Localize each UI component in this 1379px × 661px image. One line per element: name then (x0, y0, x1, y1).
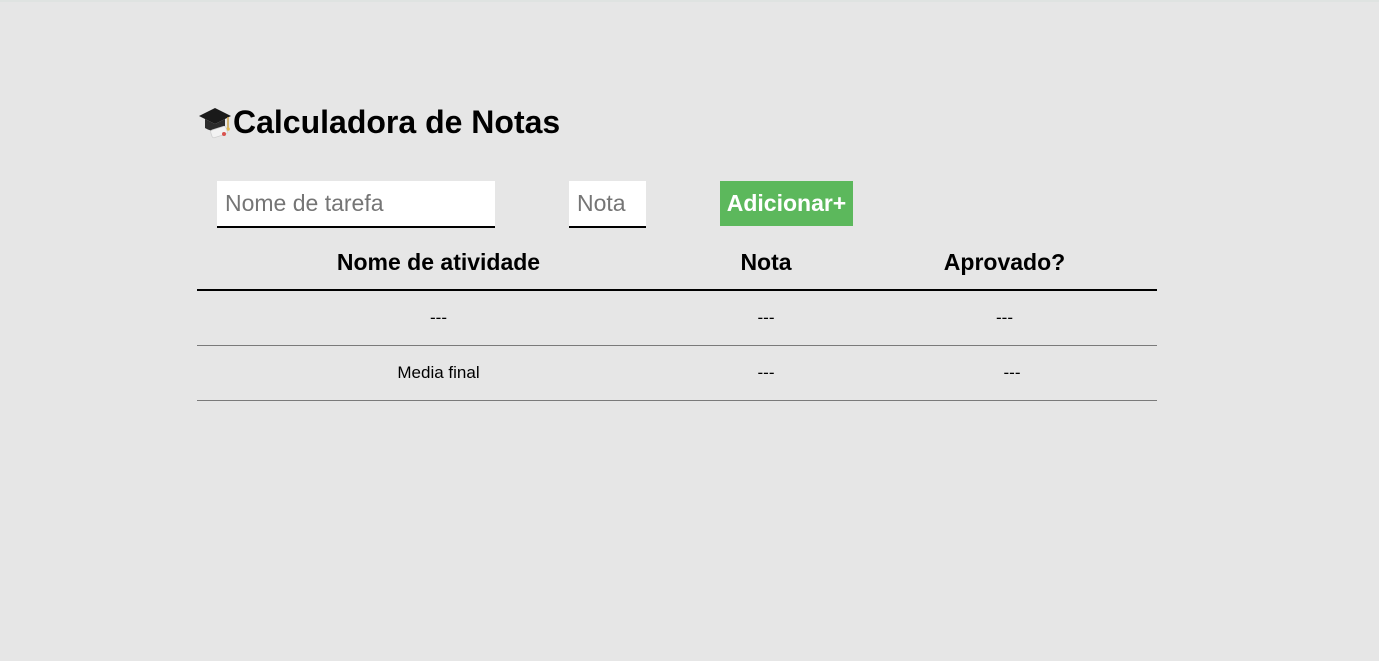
title-text: Calculadora de Notas (233, 103, 561, 140)
header-activity-name: Nome de atividade (197, 236, 680, 291)
final-approved-value: --- (852, 345, 1157, 401)
grades-table: Nome de atividade Nota Aprovado? --- ---… (197, 236, 1157, 401)
page-title: Calculadora de Notas (197, 102, 560, 142)
header-grade: Nota (680, 236, 852, 291)
top-strip (0, 0, 1379, 2)
table-header-row: Nome de atividade Nota Aprovado? (197, 236, 1157, 291)
cell-grade: --- (680, 290, 852, 346)
grade-input[interactable] (569, 181, 646, 228)
final-average-label: Media final (197, 345, 680, 401)
graduation-cap-icon (197, 104, 233, 140)
final-average-value: --- (680, 345, 852, 401)
cell-approved: --- (852, 290, 1157, 346)
add-button[interactable]: Adicionar+ (720, 181, 853, 226)
cell-activity-name: --- (197, 290, 680, 346)
add-task-form: Adicionar+ (197, 181, 1157, 228)
final-average-row: Media final --- --- (197, 345, 1157, 401)
task-name-input[interactable] (217, 181, 495, 228)
header-approved: Aprovado? (852, 236, 1157, 291)
table-row: --- --- --- (197, 290, 1157, 346)
